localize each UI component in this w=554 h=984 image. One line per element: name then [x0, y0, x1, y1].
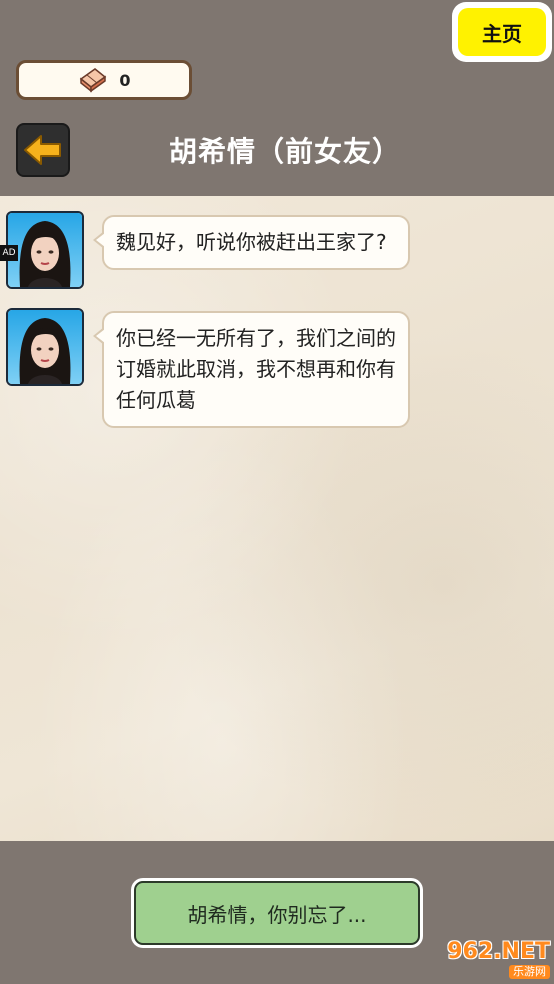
watermark-subtitle: 乐游网 — [509, 965, 550, 979]
ad-badge[interactable]: AD — [0, 245, 18, 261]
message-text: 魏见好，听说你被赶出王家了? — [116, 230, 387, 254]
back-button[interactable] — [16, 123, 70, 177]
currency-count: 0 — [119, 70, 131, 90]
header-bar: 主页 0 胡希情（前女友） — [0, 0, 554, 196]
footer-bar: 胡希情，你别忘了... 962.NET 乐游网 — [0, 841, 554, 984]
page-title: 胡希情（前女友） — [168, 135, 401, 168]
dialogue-choice-button[interactable]: 胡希情，你别忘了... — [131, 878, 423, 948]
message-bubble: 你已经一无所有了，我们之间的订婚就此取消，我不想再和你有任何瓜葛 — [93, 311, 410, 428]
message-bubble: 魏见好，听说你被赶出王家了? — [93, 215, 410, 270]
dialogue-choice-label: 胡希情，你别忘了... — [134, 881, 420, 945]
eraser-gem-icon — [80, 68, 107, 93]
character-portrait-icon — [8, 213, 82, 287]
home-button-label: 主页 — [458, 8, 546, 56]
home-button[interactable]: 主页 — [452, 2, 552, 62]
chat-area[interactable]: AD 魏见好，听说你被赶出王家了? 你已经一无所有了，我们之间的订婚就此取消，我… — [0, 196, 554, 841]
watermark-logo: 962.NET 乐游网 — [416, 938, 550, 982]
watermark-brand: 962.NET — [447, 939, 550, 964]
left-arrow-icon — [24, 135, 61, 165]
avatar — [6, 308, 84, 386]
currency-counter: 0 — [16, 60, 192, 100]
message-text: 你已经一无所有了，我们之间的订婚就此取消，我不想再和你有任何瓜葛 — [116, 326, 396, 412]
character-portrait-icon — [8, 310, 82, 384]
